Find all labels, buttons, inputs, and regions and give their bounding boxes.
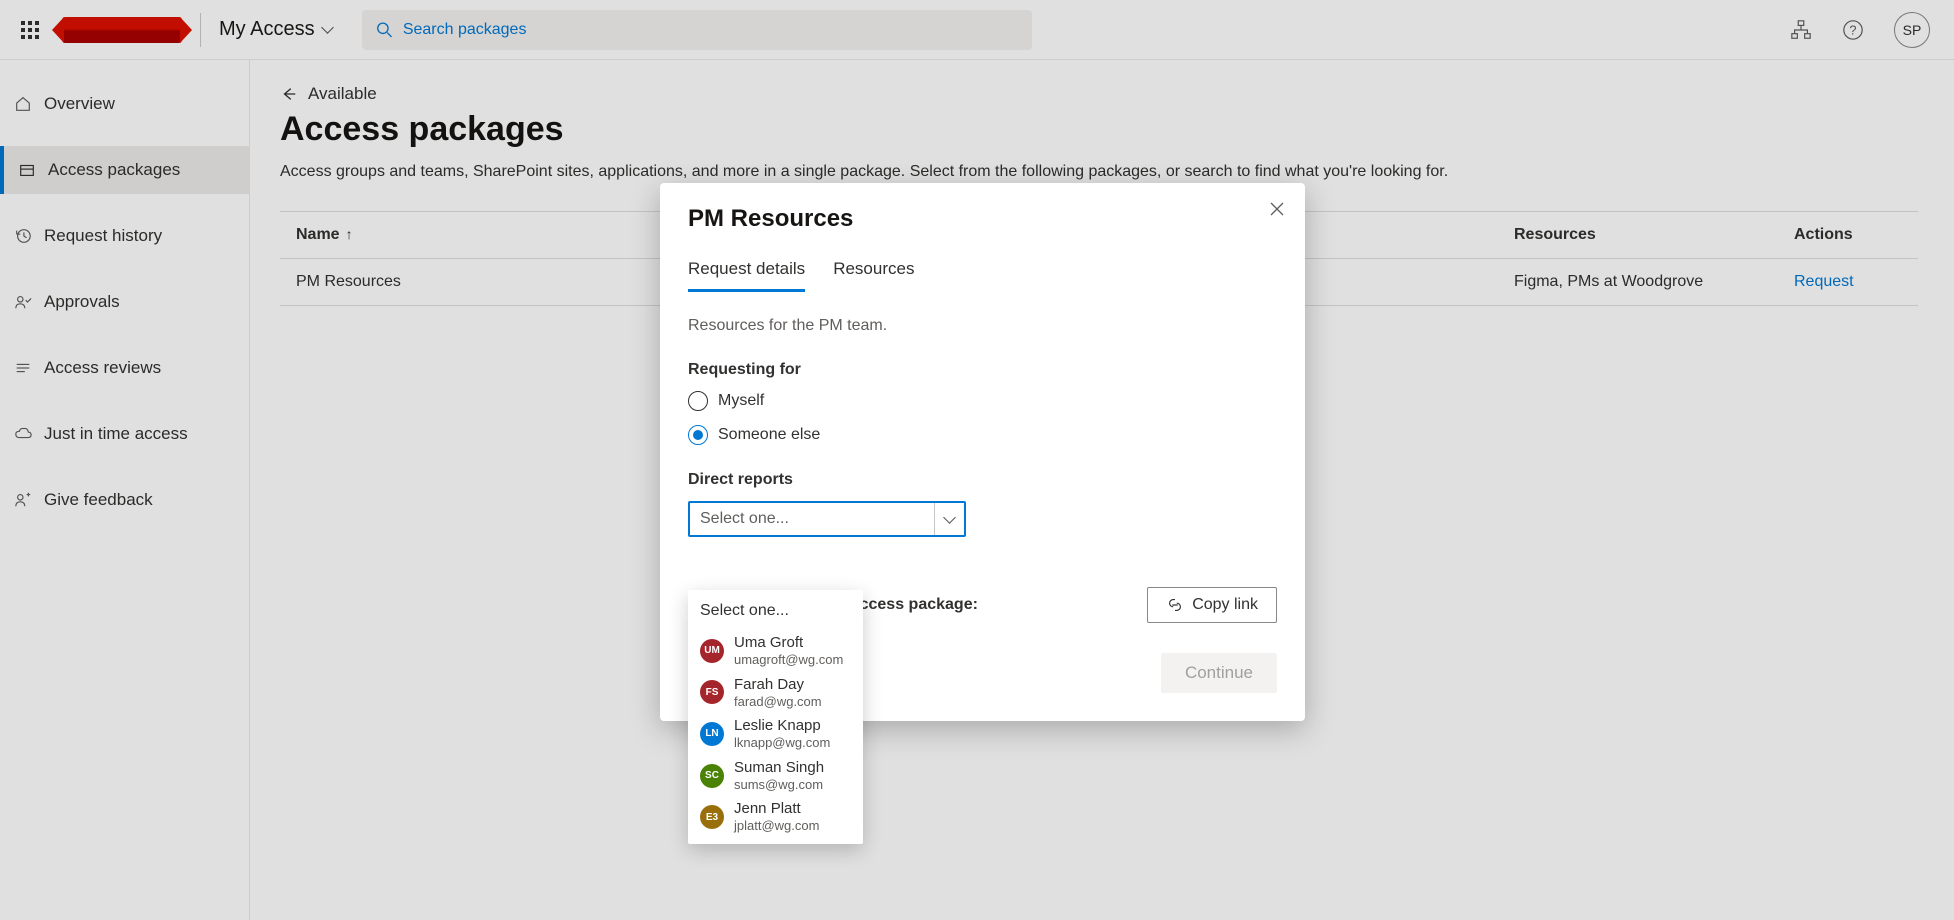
- person-avatar: FS: [700, 680, 724, 704]
- person-email: umagroft@wg.com: [734, 652, 843, 668]
- menu-item-person[interactable]: E3 Jenn Platt jplatt@wg.com: [688, 796, 863, 838]
- person-avatar: UM: [700, 639, 724, 663]
- menu-item-person[interactable]: FS Farah Day farad@wg.com: [688, 672, 863, 714]
- person-name: Suman Singh: [734, 759, 824, 777]
- person-email: farad@wg.com: [734, 694, 822, 710]
- person-avatar: LN: [700, 722, 724, 746]
- copy-link-button[interactable]: Copy link: [1147, 587, 1277, 623]
- link-icon: [1166, 596, 1184, 614]
- radio-icon: [688, 391, 708, 411]
- tab-resources[interactable]: Resources: [833, 259, 914, 292]
- modal-tabs: Request details Resources: [688, 259, 1277, 293]
- radio-someone-else[interactable]: Someone else: [688, 425, 1277, 445]
- person-name: Leslie Knapp: [734, 717, 830, 735]
- person-email: jplatt@wg.com: [734, 818, 819, 834]
- modal-description: Resources for the PM team.: [688, 317, 1277, 335]
- person-email: lknapp@wg.com: [734, 735, 830, 751]
- modal-title: PM Resources: [688, 205, 1277, 233]
- dropdown-toggle[interactable]: [934, 503, 964, 535]
- close-button[interactable]: [1269, 201, 1285, 217]
- person-avatar: SC: [700, 764, 724, 788]
- person-name: Uma Groft: [734, 634, 843, 652]
- close-icon: [1269, 201, 1285, 217]
- direct-reports-dropdown[interactable]: Select one...: [688, 501, 966, 537]
- radio-myself[interactable]: Myself: [688, 391, 1277, 411]
- direct-reports-menu: Select one... UM Uma Groft umagroft@wg.c…: [688, 590, 863, 844]
- continue-button[interactable]: Continue: [1161, 653, 1277, 693]
- menu-item-person[interactable]: UM Uma Groft umagroft@wg.com: [688, 630, 863, 672]
- tab-request-details[interactable]: Request details: [688, 259, 805, 292]
- chevron-down-icon: [943, 511, 956, 524]
- radio-checked-icon: [688, 425, 708, 445]
- menu-item-person[interactable]: LN Leslie Knapp lknapp@wg.com: [688, 713, 863, 755]
- dropdown-placeholder: Select one...: [700, 510, 789, 528]
- direct-reports-label: Direct reports: [688, 471, 1277, 489]
- menu-header[interactable]: Select one...: [688, 596, 863, 630]
- person-name: Farah Day: [734, 676, 822, 694]
- requesting-for-label: Requesting for: [688, 361, 1277, 379]
- menu-item-person[interactable]: SC Suman Singh sums@wg.com: [688, 755, 863, 797]
- person-name: Jenn Platt: [734, 800, 819, 818]
- copy-link-label: Copy link: [1192, 596, 1258, 614]
- person-email: sums@wg.com: [734, 777, 824, 793]
- radio-label: Myself: [718, 392, 764, 410]
- radio-label: Someone else: [718, 426, 820, 444]
- person-avatar: E3: [700, 805, 724, 829]
